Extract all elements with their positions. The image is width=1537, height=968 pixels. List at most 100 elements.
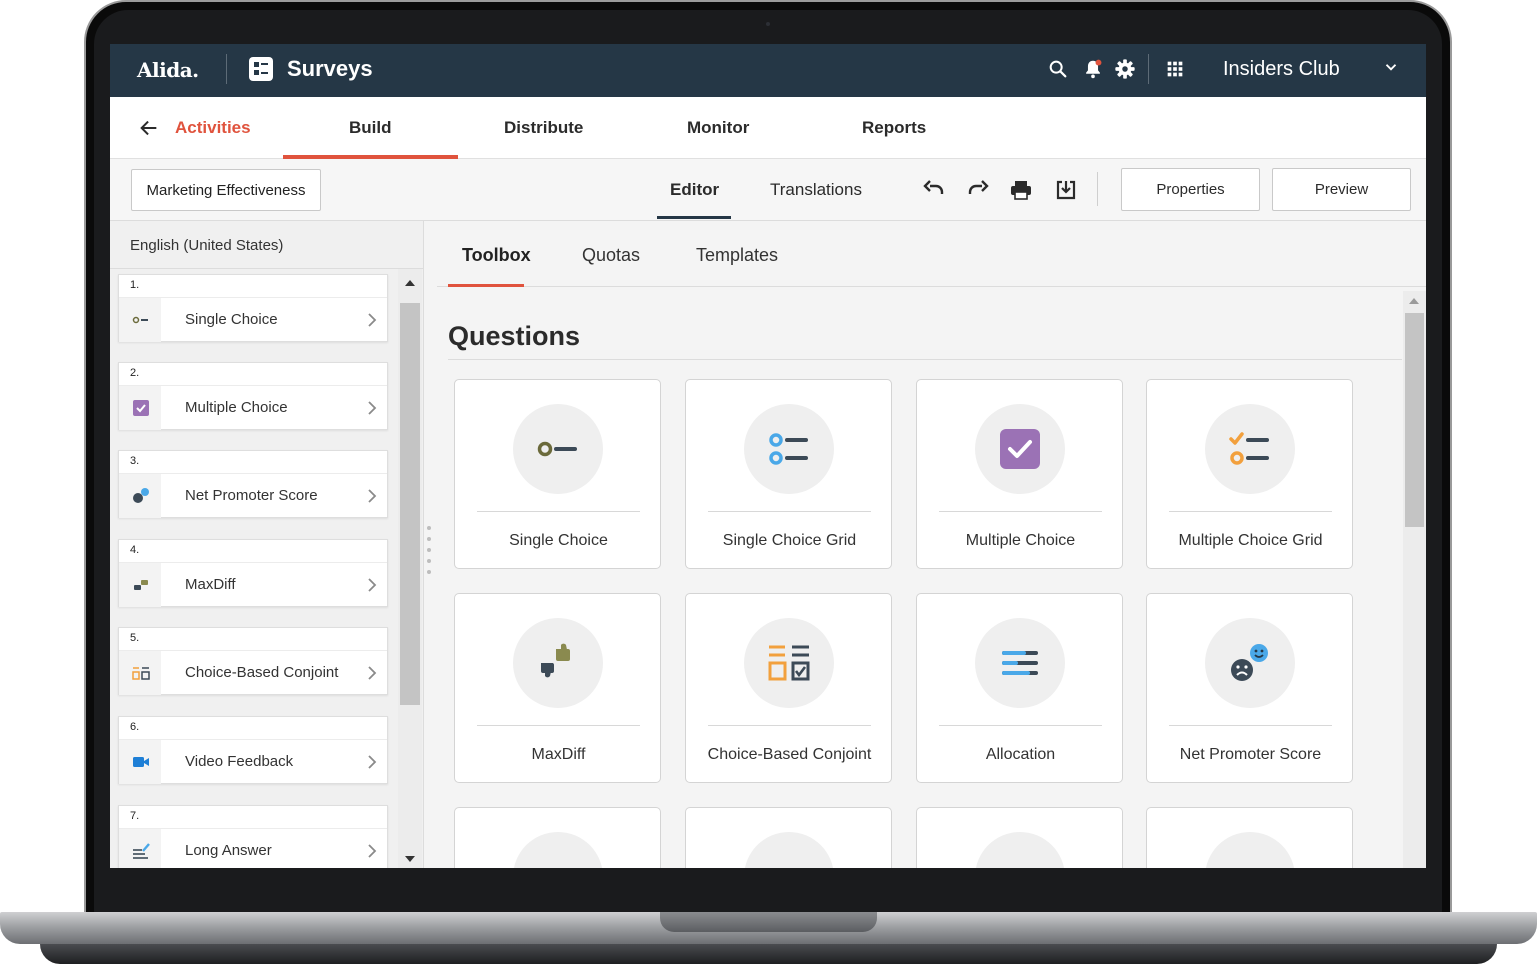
question-card[interactable]: 4. MaxDiff: [118, 539, 388, 607]
divider: [708, 725, 871, 726]
chevron-down-icon[interactable]: [1382, 58, 1400, 76]
panel-resize-handle[interactable]: [426, 524, 432, 576]
divider: [1097, 172, 1098, 206]
survey-name-field[interactable]: Marketing Effectiveness: [131, 169, 321, 211]
question-number: 7.: [130, 810, 140, 822]
scroll-up-icon[interactable]: [1409, 297, 1419, 305]
divider: [477, 725, 640, 726]
question-number: 2.: [130, 367, 140, 379]
toolbox-scrollbar[interactable]: [1403, 291, 1426, 868]
chevron-right-icon[interactable]: [365, 665, 379, 681]
tab-templates[interactable]: Templates: [696, 245, 778, 266]
chevron-right-icon[interactable]: [365, 843, 379, 859]
question-label: Video Feedback: [185, 753, 294, 770]
conjoint-icon: [768, 645, 810, 681]
question-label: Net Promoter Score: [185, 487, 318, 504]
settings-gear-icon[interactable]: [1114, 58, 1136, 80]
chevron-right-icon[interactable]: [365, 754, 379, 770]
question-icon-box: [119, 563, 161, 607]
download-icon[interactable]: [1054, 178, 1078, 202]
tile-maxdiff[interactable]: MaxDiff: [454, 593, 661, 783]
question-card[interactable]: 7. Long Answer: [118, 805, 388, 868]
properties-button[interactable]: Properties: [1121, 168, 1260, 211]
partial-icon: [1228, 855, 1272, 868]
tile-icon-circle: [1205, 832, 1295, 868]
divider: [939, 725, 1102, 726]
question-row[interactable]: Choice-Based Conjoint: [119, 650, 387, 695]
question-row[interactable]: Net Promoter Score: [119, 473, 387, 518]
tab-toolbox[interactable]: Toolbox: [462, 245, 531, 266]
tile-partial[interactable]: [1146, 807, 1353, 868]
tile-multiple-choice-grid[interactable]: Multiple Choice Grid: [1146, 379, 1353, 569]
partial-icon: [998, 855, 1042, 868]
tile-single-choice[interactable]: Single Choice: [454, 379, 661, 569]
print-icon[interactable]: [1009, 178, 1033, 202]
tab-translations[interactable]: Translations: [770, 180, 862, 200]
divider: [939, 511, 1102, 512]
search-icon[interactable]: [1047, 58, 1069, 80]
question-list-scrollbar[interactable]: [398, 269, 422, 868]
surveys-app-icon: [249, 57, 273, 81]
question-row[interactable]: Video Feedback: [119, 739, 387, 784]
tile-label: MaxDiff: [531, 746, 586, 763]
tab-distribute[interactable]: Distribute: [504, 118, 583, 138]
section-title: Questions: [448, 321, 581, 351]
tile-icon-circle: [744, 404, 834, 494]
question-card[interactable]: 1. Single Choice: [118, 274, 388, 342]
tab-build[interactable]: Build: [349, 118, 392, 138]
tile-single-choice-grid[interactable]: Single Choice Grid: [685, 379, 892, 569]
active-toolbox-tab-indicator: [448, 284, 524, 287]
conjoint-icon: [132, 667, 150, 680]
nps-faces-icon: [133, 488, 149, 503]
undo-icon[interactable]: [922, 178, 946, 202]
question-row[interactable]: MaxDiff: [119, 562, 387, 607]
scrollbar-thumb[interactable]: [1405, 313, 1424, 527]
question-label: Choice-Based Conjoint: [185, 664, 339, 681]
preview-button[interactable]: Preview: [1272, 168, 1411, 211]
question-row[interactable]: Multiple Choice: [119, 385, 387, 430]
question-number: 1.: [130, 279, 140, 291]
tab-quotas[interactable]: Quotas: [582, 245, 640, 266]
chevron-right-icon[interactable]: [365, 312, 379, 328]
scroll-down-icon[interactable]: [405, 855, 415, 863]
tile-icon-circle: [513, 832, 603, 868]
activities-link[interactable]: Activities: [175, 118, 251, 138]
alida-logo[interactable]: Alida.: [137, 58, 199, 82]
chevron-right-icon[interactable]: [365, 400, 379, 416]
redo-icon[interactable]: [966, 178, 990, 202]
tile-icon-circle: [1205, 618, 1295, 708]
main-nav: Activities Build Distribute Monitor Repo…: [110, 97, 1426, 159]
tile-partial[interactable]: [454, 807, 661, 868]
tile-label: Single Choice Grid: [722, 532, 857, 549]
scroll-up-icon[interactable]: [405, 279, 415, 287]
divider: [1169, 725, 1332, 726]
tile-icon-circle: [975, 404, 1065, 494]
long-answer-icon: [133, 843, 150, 859]
back-arrow-icon[interactable]: [138, 117, 160, 139]
tab-editor[interactable]: Editor: [670, 180, 719, 200]
tab-reports[interactable]: Reports: [862, 118, 926, 138]
tile-multiple-choice[interactable]: Multiple Choice: [916, 379, 1123, 569]
divider: [448, 359, 1402, 360]
tile-choice-based-conjoint[interactable]: Choice-Based Conjoint: [685, 593, 892, 783]
chevron-right-icon[interactable]: [365, 488, 379, 504]
app-grid-icon[interactable]: [1164, 58, 1186, 80]
chevron-right-icon[interactable]: [365, 577, 379, 593]
question-card[interactable]: 6. Video Feedback: [118, 716, 388, 784]
question-row[interactable]: Long Answer: [119, 828, 387, 868]
tile-allocation[interactable]: Allocation: [916, 593, 1123, 783]
org-name[interactable]: Insiders Club: [1223, 58, 1340, 81]
question-card[interactable]: 3. Net Promoter Score: [118, 450, 388, 518]
tile-partial[interactable]: [685, 807, 892, 868]
question-card[interactable]: 5. Choice-Based Conjoint: [118, 627, 388, 695]
tile-partial[interactable]: [916, 807, 1123, 868]
tile-icon-circle: [744, 832, 834, 868]
question-card[interactable]: 2. Multiple Choice: [118, 362, 388, 430]
active-subtab-indicator: [657, 216, 731, 219]
tile-net-promoter-score[interactable]: Net Promoter Score: [1146, 593, 1353, 783]
divider: [708, 511, 871, 512]
tab-monitor[interactable]: Monitor: [687, 118, 749, 138]
notification-bell-icon[interactable]: [1082, 58, 1104, 80]
question-row[interactable]: Single Choice: [119, 297, 387, 342]
scrollbar-thumb[interactable]: [400, 303, 420, 705]
